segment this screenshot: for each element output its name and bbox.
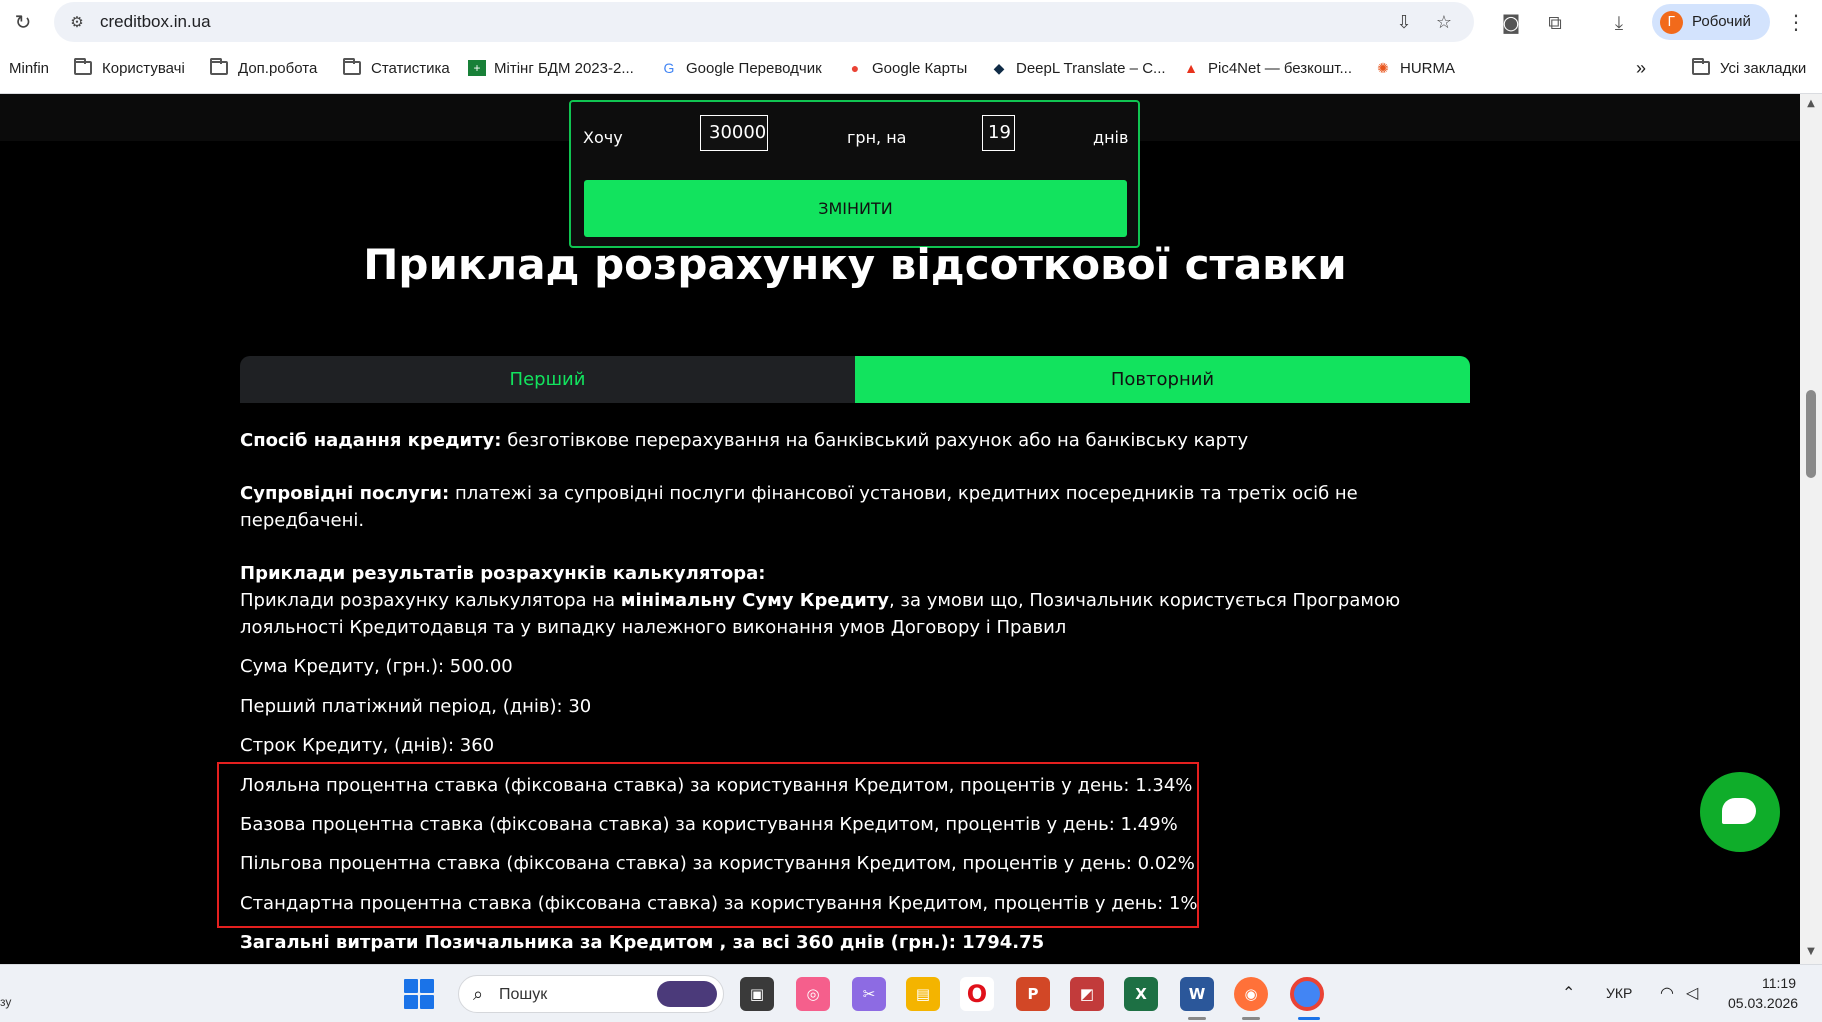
chrome-active-indicator <box>1298 1017 1320 1020</box>
scrollbar-thumb[interactable] <box>1806 390 1816 478</box>
scroll-up-icon[interactable]: ▲ <box>1805 98 1817 110</box>
folder-icon <box>210 58 228 75</box>
downloads-icon[interactable]: ⤓ <box>1606 10 1632 36</box>
camera-icon[interactable]: ◙ <box>1498 10 1524 36</box>
search-icon: ⌕ <box>473 984 484 1005</box>
profile-button[interactable]: Г Робочий <box>1652 4 1770 40</box>
windows-taskbar: зу ⌕ Пошук ▣ ◎ ✂ ▤ O P ◩ X W ◉ ⌃ УКР ◠ ◁… <box>0 964 1822 1022</box>
clock-date[interactable]: 05.03.2026 <box>1728 995 1798 1011</box>
omnibox[interactable]: ⚙ creditbox.in.ua ⇩ ☆ <box>54 2 1474 42</box>
bookmark-minfin[interactable]: Minfin <box>9 56 49 80</box>
corner-text: зу <box>0 995 12 1009</box>
volume-icon[interactable]: ◁ <box>1686 983 1698 1003</box>
bookmark-miting[interactable]: + Мітінг БДМ 2023-2... <box>468 56 634 80</box>
credit-method: Спосіб надання кредиту: безготівкове пер… <box>240 430 1249 451</box>
services-line1: Супровідні послуги: платежі за супровідн… <box>240 483 1358 504</box>
total-costs: Загальні витрати Позичальника за Кредито… <box>240 932 1045 953</box>
site-settings-icon[interactable]: ⚙ <box>66 11 88 33</box>
amount-input[interactable]: 30000 <box>700 115 768 151</box>
search-highlight-image <box>657 981 717 1007</box>
page-title: Приклад розрахунку відсоткової ставки <box>363 240 1347 289</box>
taskbar-search[interactable]: ⌕ Пошук <box>458 975 724 1013</box>
translate-icon: G <box>663 60 675 76</box>
days-input[interactable]: 19 <box>982 115 1015 151</box>
days-label: днів <box>1093 128 1129 147</box>
reload-icon[interactable]: ↻ <box>10 9 36 35</box>
tab-repeat[interactable]: Повторний <box>855 356 1470 403</box>
menu-dots-icon[interactable]: ⋮ <box>1786 8 1806 36</box>
bookmark-google-maps[interactable]: ● Google Карты <box>846 56 968 80</box>
sheets-icon: + <box>468 60 486 76</box>
change-button[interactable]: ЗМІНИТИ <box>584 180 1127 237</box>
examples-line1: Приклади розрахунку калькулятора на міні… <box>240 590 1401 611</box>
search-placeholder: Пошук <box>499 986 548 1003</box>
task-view-icon[interactable]: ▣ <box>740 977 774 1011</box>
loan-calculator: Хочу 30000 грн, на 19 днів ЗМІНИТИ <box>569 100 1140 248</box>
examples-heading: Приклади результатів розрахунків калькул… <box>240 563 766 584</box>
maps-pin-icon: ● <box>850 60 860 76</box>
adobe-cloud-icon[interactable]: ◎ <box>796 977 830 1011</box>
start-button[interactable] <box>404 979 434 1009</box>
bookmark-deepl[interactable]: ◆ DeepL Translate – С... <box>990 56 1166 80</box>
chrome-icon[interactable] <box>1290 977 1324 1011</box>
first-period: Перший платіжний період, (днів): 30 <box>240 696 592 717</box>
bookmark-star-icon[interactable]: ☆ <box>1432 11 1456 35</box>
tab-first[interactable]: Перший <box>240 356 855 403</box>
loan-term: Строк Кредиту, (днів): 360 <box>240 735 495 756</box>
examples-line2: лояльності Кредитодавця та у випадку нал… <box>240 617 1067 638</box>
clock-time[interactable]: 11:19 <box>1762 975 1796 991</box>
url-text[interactable]: creditbox.in.ua <box>100 12 211 32</box>
avatar: Г <box>1660 11 1683 34</box>
bookmarks-bar: Minfin Користувачі Доп.робота Статистика… <box>0 52 1822 84</box>
services-line2: передбачені. <box>240 510 365 531</box>
folder-icon <box>74 58 92 75</box>
all-bookmarks-button[interactable]: Усі закладки <box>1692 56 1806 80</box>
word-running-indicator <box>1188 1017 1206 1020</box>
bookmark-hurma[interactable]: ✺ HURMA <box>1374 56 1455 80</box>
chat-button[interactable] <box>1700 772 1780 852</box>
scroll-down-icon[interactable]: ▼ <box>1805 946 1817 958</box>
excel-icon[interactable]: X <box>1124 977 1158 1011</box>
page-scrollbar[interactable]: ▲ ▼ <box>1800 94 1822 964</box>
currency-label: грн, на <box>847 128 907 147</box>
bookmarks-overflow-button[interactable]: » <box>1636 56 1646 80</box>
firefox-running-indicator <box>1242 1017 1260 1020</box>
profile-label: Робочий <box>1692 13 1751 30</box>
language-indicator[interactable]: УКР <box>1606 985 1632 1001</box>
extensions-icon[interactable]: ⧉ <box>1542 10 1568 36</box>
pic4net-icon: ▲ <box>1184 60 1198 76</box>
bookmark-dop-robota[interactable]: Доп.робота <box>210 56 317 80</box>
browser-chrome: ↻ ⚙ creditbox.in.ua ⇩ ☆ ◙ ⧉ ⤓ Г Робочий … <box>0 0 1822 94</box>
bookmark-statystyka[interactable]: Статистика <box>343 56 450 80</box>
chat-bubble-icon <box>1722 798 1756 824</box>
folder-icon <box>1692 58 1710 75</box>
image-viewer-icon[interactable]: ◩ <box>1070 977 1104 1011</box>
hurma-icon: ✺ <box>1377 60 1389 76</box>
loan-sum: Сума Кредиту, (грн.): 500.00 <box>240 656 513 677</box>
deepl-icon: ◆ <box>993 60 1005 76</box>
tray-overflow-icon[interactable]: ⌃ <box>1562 983 1575 1003</box>
page-viewport: Хочу 30000 грн, на 19 днів ЗМІНИТИ Прикл… <box>0 94 1800 964</box>
folder-icon <box>343 58 361 75</box>
snipping-tool-icon[interactable]: ✂ <box>852 977 886 1011</box>
bookmark-google-translate[interactable]: G Google Переводчик <box>660 56 822 80</box>
address-bar-row: ↻ ⚙ creditbox.in.ua ⇩ ☆ ◙ ⧉ ⤓ Г Робочий … <box>0 0 1822 44</box>
powerpoint-viewer-icon[interactable]: P <box>1016 977 1050 1011</box>
bookmark-pic4net[interactable]: ▲ Pic4Net — безкошт... <box>1182 56 1352 80</box>
tabs: Перший Повторний <box>240 356 1470 403</box>
file-explorer-icon[interactable]: ▤ <box>906 977 940 1011</box>
word-icon[interactable]: W <box>1180 977 1214 1011</box>
highlight-box <box>217 762 1199 928</box>
install-app-icon[interactable]: ⇩ <box>1392 11 1416 35</box>
want-label: Хочу <box>583 128 623 147</box>
opera-icon[interactable]: O <box>960 977 994 1011</box>
bookmark-users[interactable]: Користувачі <box>74 56 185 80</box>
wifi-icon[interactable]: ◠ <box>1660 983 1674 1003</box>
firefox-icon[interactable]: ◉ <box>1234 977 1268 1011</box>
